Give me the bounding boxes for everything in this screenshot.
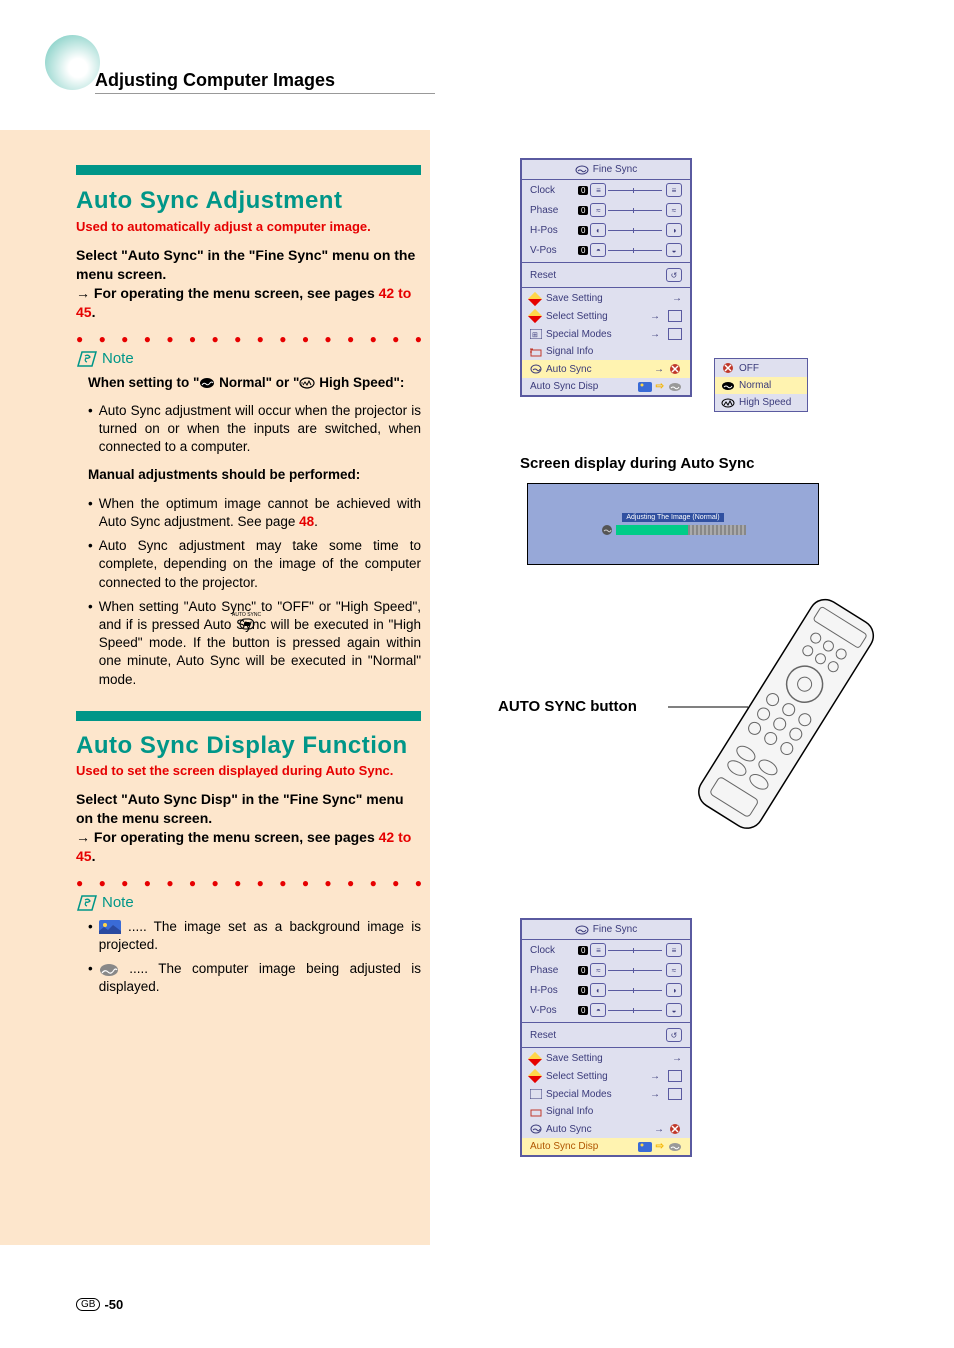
section1-intro: Select "Auto Sync" in the "Fine Sync" me… bbox=[76, 246, 421, 322]
note1-bullet3: •Auto Sync adjustment may take some time… bbox=[88, 537, 421, 592]
page-number: GB-50 bbox=[76, 1297, 123, 1312]
fine-sync-icon bbox=[575, 925, 589, 935]
menu-row-special: ⊞Special Modes→ bbox=[522, 325, 690, 343]
highspeed-mode-icon bbox=[299, 377, 315, 389]
menu-row-hpos: H-Pos0◐◑ bbox=[522, 220, 690, 240]
menu-row-save: Save Setting→ bbox=[522, 1050, 690, 1067]
background-image-icon bbox=[99, 920, 121, 934]
section1-subhead: Used to automatically adjust a computer … bbox=[76, 219, 421, 234]
note-label: Note bbox=[102, 894, 134, 911]
menu-row-save: Save Setting→ bbox=[522, 290, 690, 307]
note1-bullet4: • When setting "Auto Sync" to "OFF" or "… bbox=[88, 598, 421, 689]
menu-row-autosyncdisp-highlighted: Auto Sync Disp⇨ bbox=[522, 1138, 690, 1155]
disp-wave-icon bbox=[668, 1142, 682, 1152]
note-icon bbox=[76, 894, 98, 912]
autosync-button-icon bbox=[239, 618, 255, 630]
popup-off: OFF bbox=[715, 359, 807, 377]
fine-sync-icon bbox=[575, 165, 589, 175]
autosync-options-popup: OFF Normal High Speed bbox=[714, 358, 808, 412]
note2-item1: • ..... The image set as a background im… bbox=[88, 918, 421, 954]
menu-row-autosyncdisp: Auto Sync Disp⇨ bbox=[522, 378, 690, 395]
section1-heading: Auto Sync Adjustment bbox=[76, 187, 421, 215]
page-title: Adjusting Computer Images bbox=[95, 70, 435, 94]
menu-row-signal: Signal Info bbox=[522, 1103, 690, 1120]
adjusting-label: Adjusting The Image (Normal) bbox=[622, 513, 723, 522]
autosync-screen-preview: Adjusting The Image (Normal) bbox=[527, 483, 819, 565]
popup-normal-selected: Normal bbox=[715, 377, 807, 394]
signal-info-icon bbox=[530, 1107, 542, 1117]
special-modes-icon bbox=[530, 1089, 542, 1099]
off-icon bbox=[668, 363, 682, 375]
menu-row-select: Select Setting→ bbox=[522, 1067, 690, 1085]
highspeed-mode-icon bbox=[721, 398, 735, 408]
svg-text:⊞: ⊞ bbox=[532, 332, 538, 339]
section2-intro: Select "Auto Sync Disp" in the "Fine Syn… bbox=[76, 790, 421, 866]
normal-mode-icon bbox=[721, 381, 735, 391]
menu-row-hpos: H-Pos0◐◑ bbox=[522, 980, 690, 1000]
menu-row-reset: Reset↺ bbox=[522, 1025, 690, 1045]
disp-bg-icon bbox=[638, 382, 652, 392]
dotted-rule: ● ● ● ● ● ● ● ● ● ● ● ● ● ● ● ● ● ● ● ● … bbox=[76, 876, 421, 890]
menu-row-select: Select Setting→ bbox=[522, 307, 690, 325]
disp-bg-icon bbox=[638, 1142, 652, 1152]
fine-sync-menu-bottom: Fine Sync Clock0≡≡ Phase0≈≈ H-Pos0◐◑ V-P… bbox=[520, 918, 692, 1157]
menu-row-vpos: V-Pos0◓◒ bbox=[522, 1000, 690, 1020]
computer-image-icon bbox=[99, 963, 119, 977]
menu-row-phase: Phase0≈≈ bbox=[522, 200, 690, 220]
note1-heading: When setting to " Normal" or " High Spee… bbox=[88, 374, 421, 392]
menu-row-special: Special Modes→ bbox=[522, 1085, 690, 1103]
menu-row-autosync: Auto Sync→ bbox=[522, 1120, 690, 1138]
note1-bullet1: •Auto Sync adjustment will occur when th… bbox=[88, 402, 421, 457]
note2-item2: • ..... The computer image being adjuste… bbox=[88, 960, 421, 996]
normal-mode-icon bbox=[199, 377, 215, 389]
note1-heading2: Manual adjustments should be performed: bbox=[88, 466, 421, 484]
menu-row-autosync-highlighted: Auto Sync→ bbox=[522, 360, 690, 378]
popup-highspeed: High Speed bbox=[715, 394, 807, 411]
section-divider bbox=[76, 165, 421, 175]
section2-heading: Auto Sync Display Function bbox=[76, 733, 421, 759]
link-page-48[interactable]: 48 bbox=[299, 514, 314, 529]
note-label: Note bbox=[102, 350, 134, 367]
note1-bullet2: •When the optimum image cannot be achiev… bbox=[88, 495, 421, 531]
section-divider bbox=[76, 711, 421, 721]
fine-sync-menu-top: Fine Sync Clock0≡≡ Phase0≈≈ H-Pos0◐◑ V-P… bbox=[520, 158, 692, 397]
menu-row-phase: Phase0≈≈ bbox=[522, 960, 690, 980]
header-accent-dot bbox=[45, 35, 100, 90]
section2-subhead: Used to set the screen displayed during … bbox=[76, 763, 421, 778]
menu-row-clock: Clock0≡≡ bbox=[522, 940, 690, 960]
caption-screen-display: Screen display during Auto Sync bbox=[520, 455, 755, 472]
autosync-icon bbox=[530, 364, 542, 374]
caption-autosync-button: AUTO SYNC button bbox=[498, 698, 637, 715]
menu-row-clock: Clock0≡≡ bbox=[522, 180, 690, 200]
disp-wave-icon bbox=[668, 382, 682, 392]
signal-info-icon bbox=[530, 347, 542, 357]
note-icon bbox=[76, 350, 98, 368]
menu-row-reset: Reset↺ bbox=[522, 265, 690, 285]
off-icon bbox=[721, 362, 735, 374]
off-icon bbox=[668, 1123, 682, 1135]
dotted-rule: ● ● ● ● ● ● ● ● ● ● ● ● ● ● ● ● ● ● ● ● … bbox=[76, 332, 421, 346]
autosync-icon bbox=[530, 1124, 542, 1134]
menu-row-signal: Signal Info bbox=[522, 343, 690, 360]
menu-row-vpos: V-Pos0◓◒ bbox=[522, 240, 690, 260]
remote-control-illustration bbox=[695, 585, 875, 865]
special-modes-icon: ⊞ bbox=[530, 329, 542, 339]
progress-icon bbox=[600, 524, 614, 536]
